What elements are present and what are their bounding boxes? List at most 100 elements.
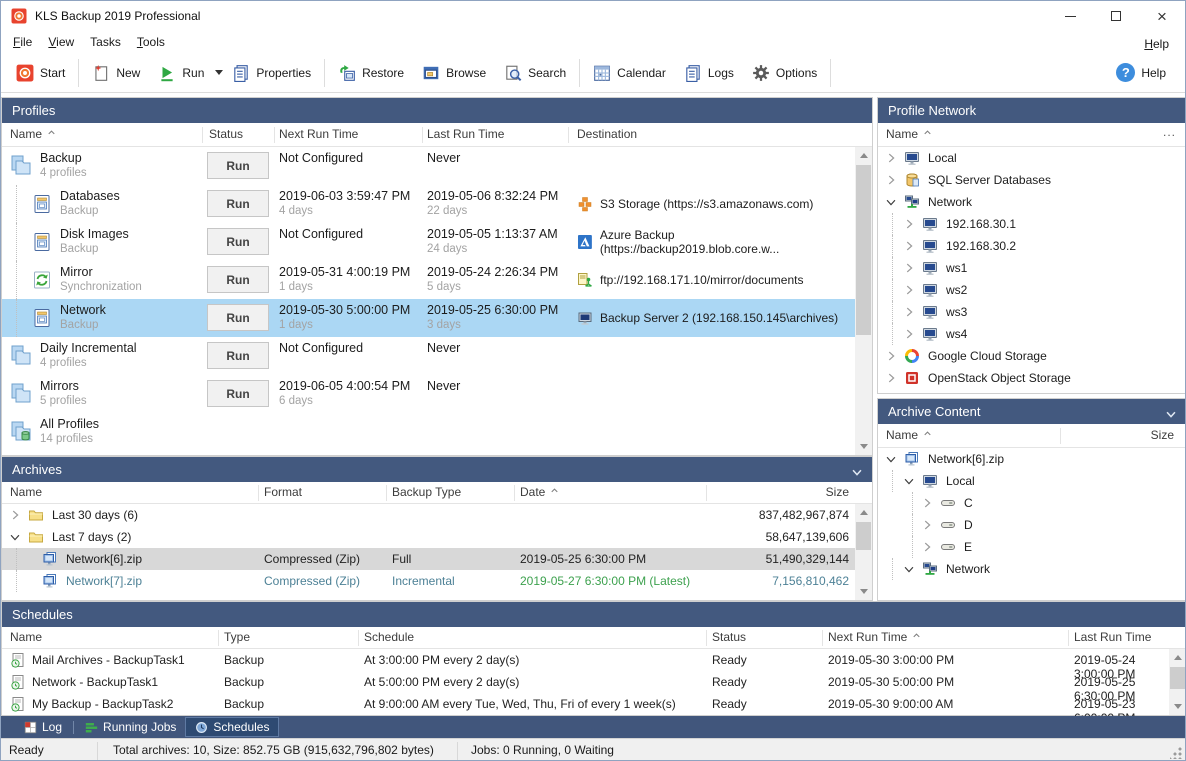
start-button[interactable]: Start (7, 59, 74, 87)
chevron-right-icon[interactable] (902, 217, 916, 231)
chevron-right-icon[interactable] (884, 173, 898, 187)
close-button[interactable] (1139, 1, 1185, 31)
column-header-schedule[interactable]: Schedule (364, 630, 414, 644)
chevron-right-icon[interactable] (884, 349, 898, 363)
table-row[interactable]: Mirrors5 profiles Run 2019-06-05 4:00:54… (2, 375, 855, 413)
column-header-size[interactable]: Size (1151, 428, 1174, 442)
column-header-date[interactable]: Date (520, 485, 560, 499)
scroll-down-icon[interactable] (855, 438, 872, 455)
tree-item-host[interactable]: ws1 (878, 257, 1186, 279)
more-button[interactable]: ... (1163, 125, 1176, 139)
tree-item-network[interactable]: Network (878, 191, 1186, 213)
schedules-scrollbar[interactable] (1169, 649, 1186, 715)
column-header-name[interactable]: Name (10, 485, 42, 499)
logs-button[interactable]: Logs (675, 59, 743, 87)
tree-item-openstack[interactable]: OpenStack Object Storage (878, 367, 1186, 389)
table-row-selected[interactable]: NetworkBackup Run 2019-05-30 5:00:00 PM1… (2, 299, 855, 337)
options-button[interactable]: Options (743, 59, 826, 87)
tree-item-host[interactable]: 192.168.30.1 (878, 213, 1186, 235)
column-header-last-run[interactable]: Last Run Time (1074, 630, 1151, 644)
calendar-button[interactable]: Calendar (584, 59, 675, 87)
chevron-right-icon[interactable] (920, 496, 934, 510)
column-header-next-run[interactable]: Next Run Time (828, 630, 922, 644)
table-row[interactable]: Backup4 profiles Run Not Configured Neve… (2, 147, 855, 185)
column-header-type[interactable]: Type (224, 630, 250, 644)
menu-item-tools[interactable]: Tools (129, 32, 173, 52)
browse-button[interactable]: Browse (413, 59, 495, 87)
table-row[interactable]: My Backup - BackupTask2 Backup At 9:00:0… (2, 693, 1169, 715)
run-button[interactable]: Run (207, 190, 269, 217)
properties-button[interactable]: Properties (223, 59, 320, 87)
tree-item-zip[interactable]: Network[6].zip (878, 448, 1186, 470)
menu-item-tasks[interactable]: Tasks (82, 32, 129, 52)
profiles-scrollbar[interactable] (855, 147, 872, 455)
run-button[interactable]: Run (207, 228, 269, 255)
tab-running-jobs[interactable]: Running Jobs (76, 717, 185, 737)
column-header-name[interactable]: Name (10, 127, 57, 141)
chevron-down-icon[interactable] (902, 562, 916, 576)
new-button[interactable]: New (83, 59, 149, 87)
chevron-right-icon[interactable] (902, 327, 916, 341)
chevron-down-icon[interactable] (8, 530, 22, 544)
chevron-right-icon[interactable] (920, 540, 934, 554)
column-header-next-run[interactable]: Next Run Time (279, 127, 358, 141)
table-row[interactable]: MirrorSynchronization Run 2019-05-31 4:0… (2, 261, 855, 299)
run-button[interactable]: Run (207, 342, 269, 369)
help-button[interactable]: Help (1107, 58, 1175, 87)
tree-item-local[interactable]: Local (878, 147, 1186, 169)
tree-item-drive[interactable]: D (878, 514, 1186, 536)
run-button[interactable]: Run (207, 304, 269, 331)
tree-item-local[interactable]: Local (878, 470, 1186, 492)
column-header-status[interactable]: Status (209, 127, 243, 141)
chevron-right-icon[interactable] (920, 518, 934, 532)
restore-button[interactable]: Restore (329, 59, 413, 87)
tab-log[interactable]: Log (15, 717, 71, 737)
tree-item-sql-databases[interactable]: SQL Server Databases (878, 169, 1186, 191)
column-header-name[interactable]: Name (886, 127, 933, 141)
tree-item-host[interactable]: ws4 (878, 323, 1186, 345)
table-row[interactable]: Daily Incremental4 profiles Run Not Conf… (2, 337, 855, 375)
column-header-status[interactable]: Status (712, 630, 746, 644)
scroll-down-icon[interactable] (1169, 698, 1186, 715)
scroll-up-icon[interactable] (855, 147, 872, 164)
table-row[interactable]: Mail Archives - BackupTask1 Backup At 3:… (2, 649, 1169, 671)
tree-item-drive[interactable]: C (878, 492, 1186, 514)
chevron-right-icon[interactable] (902, 239, 916, 253)
archives-scrollbar[interactable] (855, 504, 872, 600)
resize-grip[interactable] (1170, 747, 1182, 759)
table-row[interactable]: DatabasesBackup Run 2019-06-03 3:59:47 P… (2, 185, 855, 223)
tree-item-drive[interactable]: E (878, 536, 1186, 558)
run-button[interactable]: Run (207, 152, 269, 179)
tree-item-network[interactable]: Network (878, 558, 1186, 580)
chevron-right-icon[interactable] (902, 283, 916, 297)
tree-item-host[interactable]: 192.168.30.2 (878, 235, 1186, 257)
column-header-name[interactable]: Name (10, 630, 42, 644)
search-button[interactable]: Search (495, 59, 575, 87)
chevron-right-icon[interactable] (902, 261, 916, 275)
menu-item-view[interactable]: View (40, 32, 82, 52)
run-dropdown-arrow[interactable] (215, 70, 223, 75)
table-row[interactable]: All Profiles14 profiles (2, 413, 855, 451)
column-header-name[interactable]: Name (886, 428, 933, 442)
scroll-down-icon[interactable] (855, 583, 872, 600)
chevron-right-icon[interactable] (884, 151, 898, 165)
chevron-right-icon[interactable] (902, 305, 916, 319)
menu-item-file[interactable]: File (5, 32, 40, 52)
run-button[interactable]: Run (207, 380, 269, 407)
chevron-right-icon[interactable] (884, 371, 898, 385)
collapse-panel-icon[interactable] (1164, 404, 1178, 418)
scrollbar-thumb[interactable] (856, 522, 871, 550)
scroll-up-icon[interactable] (1169, 649, 1186, 666)
table-row[interactable]: Last 30 days (6) 837,482,967,874 (2, 504, 855, 526)
table-row-selected[interactable]: Network[6].zip Compressed (Zip) Full 201… (2, 548, 855, 570)
collapse-panel-icon[interactable] (850, 462, 864, 476)
scrollbar-thumb[interactable] (1170, 667, 1185, 689)
menu-item-help[interactable]: Help (1136, 34, 1177, 54)
minimize-button[interactable] (1047, 1, 1093, 31)
tab-schedules[interactable]: Schedules (185, 717, 279, 737)
column-header-last-run[interactable]: Last Run Time (427, 127, 504, 141)
table-row[interactable]: Network - BackupTask1 Backup At 5:00:00 … (2, 671, 1169, 693)
column-header-backup-type[interactable]: Backup Type (392, 485, 461, 499)
chevron-right-icon[interactable] (8, 508, 22, 522)
chevron-down-icon[interactable] (902, 474, 916, 488)
